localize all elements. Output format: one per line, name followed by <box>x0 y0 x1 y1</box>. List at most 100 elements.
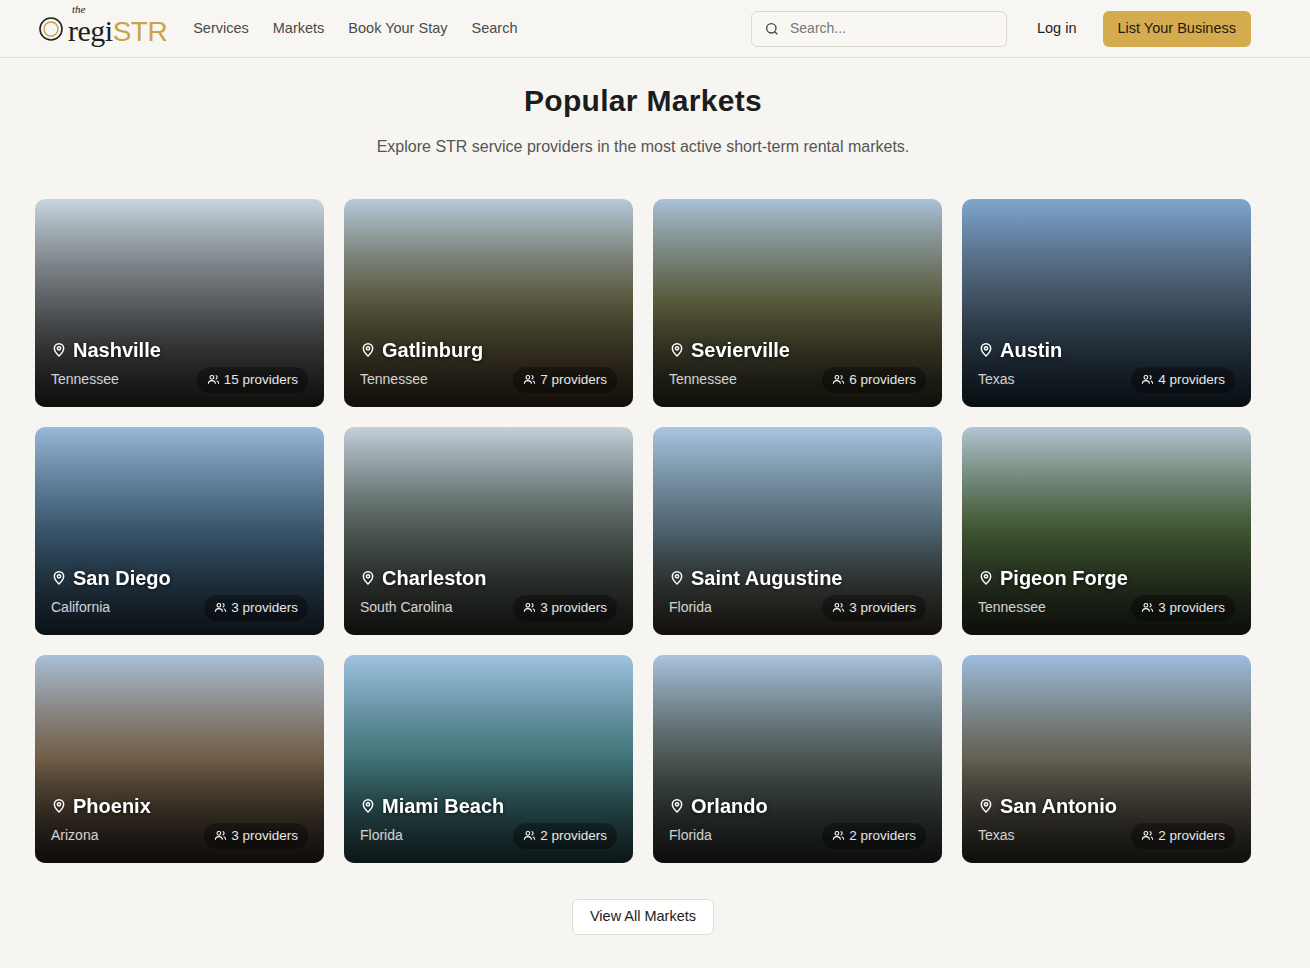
provider-count-badge: 3 providers <box>204 823 308 849</box>
market-state: California <box>51 597 110 618</box>
section-heading: Popular Markets <box>35 82 1251 120</box>
market-card[interactable]: Phoenix Arizona 3 providers <box>35 655 324 863</box>
market-name: Sevierville <box>691 337 790 363</box>
location-pin-icon <box>978 570 994 586</box>
market-name: Miami Beach <box>382 793 504 819</box>
market-name: Pigeon Forge <box>1000 565 1128 591</box>
provider-count: 2 providers <box>849 826 916 846</box>
list-business-button[interactable]: List Your Business <box>1103 11 1252 47</box>
location-pin-icon <box>51 798 67 814</box>
market-card[interactable]: Pigeon Forge Tennessee 3 providers <box>962 427 1251 635</box>
market-card[interactable]: Charleston South Carolina 3 providers <box>344 427 633 635</box>
users-icon <box>1141 601 1154 614</box>
users-icon <box>523 829 536 842</box>
market-state: Florida <box>669 597 712 618</box>
logo[interactable]: the regiSTR <box>38 12 167 46</box>
users-icon <box>832 829 845 842</box>
market-card[interactable]: San Antonio Texas 2 providers <box>962 655 1251 863</box>
location-pin-icon <box>669 342 685 358</box>
provider-count-badge: 2 providers <box>513 823 617 849</box>
provider-count-badge: 3 providers <box>1131 595 1235 621</box>
market-name: Orlando <box>691 793 768 819</box>
logo-icon <box>38 16 64 42</box>
provider-count-badge: 2 providers <box>822 823 926 849</box>
users-icon <box>1141 373 1154 386</box>
search-icon <box>764 21 780 37</box>
search-field[interactable] <box>751 11 1007 47</box>
market-state: Texas <box>978 369 1015 390</box>
market-state: Tennessee <box>978 597 1046 618</box>
provider-count: 6 providers <box>849 370 916 390</box>
provider-count-badge: 6 providers <box>822 367 926 393</box>
provider-count-badge: 2 providers <box>1131 823 1235 849</box>
location-pin-icon <box>51 570 67 586</box>
market-name: Gatlinburg <box>382 337 483 363</box>
market-card[interactable]: Saint AugustineFlorida3 providers <box>653 427 942 635</box>
location-pin-icon <box>51 342 67 358</box>
market-state: Tennessee <box>51 369 119 390</box>
logo-main: regi <box>68 14 113 47</box>
provider-count: 7 providers <box>540 370 607 390</box>
provider-count: 3 providers <box>540 598 607 618</box>
market-state: Texas <box>978 825 1015 846</box>
nav-link[interactable]: Services <box>193 18 249 40</box>
market-state: Arizona <box>51 825 98 846</box>
location-pin-icon <box>669 798 685 814</box>
provider-count: 2 providers <box>1158 826 1225 846</box>
market-card[interactable]: Austin Texas 4 providers <box>962 199 1251 407</box>
users-icon <box>523 373 536 386</box>
nav-link[interactable]: Markets <box>273 18 325 40</box>
provider-count: 4 providers <box>1158 370 1225 390</box>
market-name: Nashville <box>73 337 161 363</box>
market-state: Tennessee <box>360 369 428 390</box>
market-state: Florida <box>360 825 403 846</box>
market-state: Florida <box>669 825 712 846</box>
location-pin-icon <box>360 570 376 586</box>
market-name: San Diego <box>73 565 171 591</box>
provider-count: 3 providers <box>849 598 916 618</box>
login-button[interactable]: Log in <box>1035 18 1079 40</box>
market-card[interactable]: Miami Beach Florida 2 providers <box>344 655 633 863</box>
users-icon <box>214 829 227 842</box>
markets-grid: Nashville Tennessee 15 providers Gatlinburg… <box>35 199 1251 863</box>
market-state: Tennessee <box>669 369 737 390</box>
top-bar: the regiSTR Services Markets Book Your Sta… <box>0 0 1310 58</box>
users-icon <box>523 601 536 614</box>
location-pin-icon <box>669 570 685 586</box>
users-icon <box>1141 829 1154 842</box>
logo-prefix: the <box>72 4 85 15</box>
market-card[interactable]: Orlando Florida 2 providers <box>653 655 942 863</box>
provider-count-badge: 3 providers <box>513 595 617 621</box>
view-all-button[interactable]: View All Markets <box>572 899 714 935</box>
provider-count: 3 providers <box>231 826 298 846</box>
provider-count-badge: 4 providers <box>1131 367 1235 393</box>
nav-link[interactable]: Book Your Stay <box>348 18 447 40</box>
market-name: Charleston <box>382 565 486 591</box>
logo-accent: STR <box>113 16 168 47</box>
market-card[interactable]: Gatlinburg Tennessee 7 providers <box>344 199 633 407</box>
provider-count: 2 providers <box>540 826 607 846</box>
market-name: Phoenix <box>73 793 151 819</box>
market-card[interactable]: Nashville Tennessee 15 providers <box>35 199 324 407</box>
location-pin-icon <box>978 342 994 358</box>
market-card[interactable]: Sevierville Tennessee 6 providers <box>653 199 942 407</box>
market-card[interactable]: San Diego California 3 providers <box>35 427 324 635</box>
market-name: San Antonio <box>1000 793 1117 819</box>
provider-count-badge: 3 providers <box>204 595 308 621</box>
location-pin-icon <box>360 342 376 358</box>
provider-count: 3 providers <box>1158 598 1225 618</box>
provider-count-badge: 3 providers <box>822 595 926 621</box>
search-input[interactable] <box>790 18 994 39</box>
users-icon <box>214 601 227 614</box>
nav-link[interactable]: Search <box>472 18 518 40</box>
users-icon <box>832 373 845 386</box>
market-name: Austin <box>1000 337 1062 363</box>
section-subtitle: Explore STR service providers in the mos… <box>35 136 1251 158</box>
location-pin-icon <box>978 798 994 814</box>
users-icon <box>207 373 220 386</box>
market-state: South Carolina <box>360 597 453 618</box>
provider-count: 15 providers <box>224 370 298 390</box>
location-pin-icon <box>360 798 376 814</box>
provider-count: 3 providers <box>231 598 298 618</box>
provider-count-badge: 15 providers <box>197 367 308 393</box>
